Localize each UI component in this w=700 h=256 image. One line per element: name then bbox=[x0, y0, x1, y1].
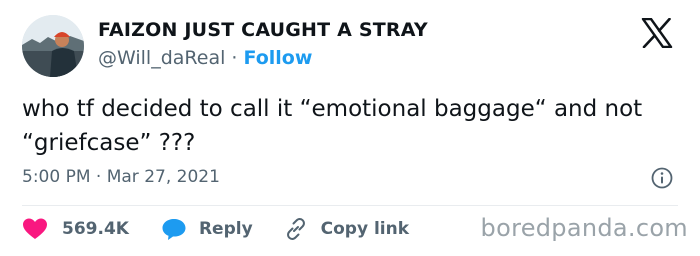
tweet-timestamp[interactable]: 5:00 PM · Mar 27, 2021 bbox=[22, 167, 220, 187]
handle-separator: · bbox=[231, 47, 238, 69]
copy-link-label: Copy link bbox=[320, 219, 410, 239]
heart-icon bbox=[23, 218, 47, 239]
author-display-name[interactable]: FAIZON JUST CAUGHT A STRAY bbox=[98, 19, 428, 41]
reply-button[interactable]: Reply bbox=[161, 217, 253, 241]
tweet-text: who tf decided to call it “emotional bag… bbox=[22, 96, 643, 156]
info-icon[interactable] bbox=[650, 166, 674, 190]
divider bbox=[22, 205, 678, 206]
like-count: 569.4K bbox=[62, 219, 129, 239]
action-bar: 569.4K Reply Copy link bbox=[22, 214, 409, 244]
author-handle[interactable]: @Will_daReal bbox=[98, 47, 225, 69]
follow-button[interactable]: Follow bbox=[244, 47, 313, 69]
speech-bubble-icon bbox=[162, 219, 186, 240]
avatar-photo bbox=[22, 15, 84, 77]
link-icon bbox=[286, 218, 305, 240]
author-handle-row: @Will_daReal · Follow bbox=[98, 47, 312, 69]
copy-link-button[interactable]: Copy link bbox=[283, 216, 409, 242]
x-logo-icon[interactable] bbox=[641, 17, 673, 49]
watermark: boredpanda.com bbox=[480, 214, 688, 242]
like-button[interactable]: 569.4K bbox=[22, 217, 129, 241]
avatar[interactable] bbox=[22, 15, 84, 77]
reply-label: Reply bbox=[198, 219, 253, 239]
